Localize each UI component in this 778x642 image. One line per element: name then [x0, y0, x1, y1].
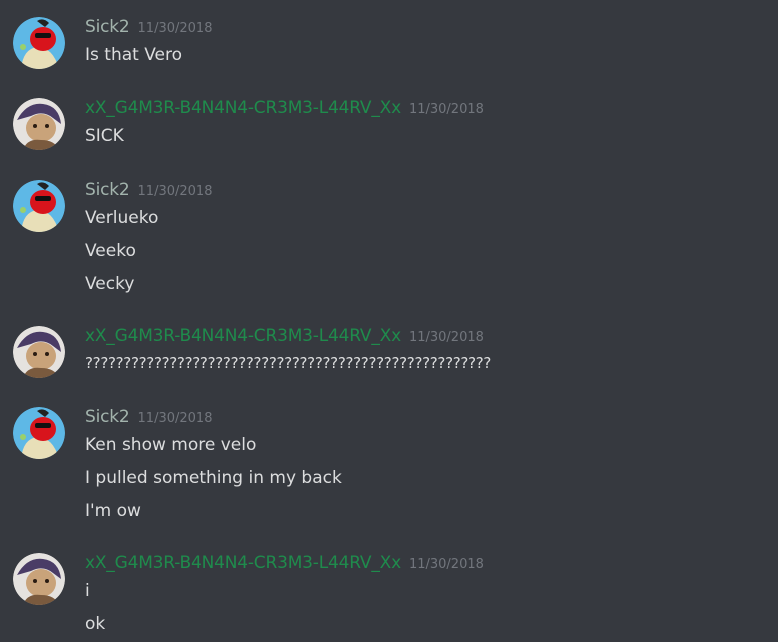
timestamp[interactable]: 11/30/2018 [409, 557, 484, 572]
message-text: Is that Vero [85, 45, 182, 65]
timestamp[interactable]: 11/30/2018 [138, 411, 213, 426]
message-text: ????????????????????????????????????????… [85, 354, 492, 372]
message-text: SICK [85, 126, 124, 146]
timestamp[interactable]: 11/30/2018 [138, 21, 213, 36]
timestamp[interactable]: 11/30/2018 [409, 102, 484, 117]
message-header: xX_G4M3R-B4N4N4-CR3M3-L44RV_Xx 11/30/2018 [85, 98, 484, 124]
username[interactable]: Sick2 [85, 407, 130, 427]
anime-character-avatar[interactable] [13, 98, 65, 150]
message-text: i [85, 581, 90, 601]
anime-character-avatar[interactable] [13, 553, 65, 605]
message-text: Verlueko [85, 208, 159, 228]
message-text: Vecky [85, 274, 135, 294]
cartoon-dog-avatar[interactable] [13, 180, 65, 232]
message-text: Ken show more velo [85, 435, 257, 455]
message-text: ok [85, 614, 106, 634]
message-header: Sick2 11/30/2018 [85, 17, 212, 43]
message-header: xX_G4M3R-B4N4N4-CR3M3-L44RV_Xx 11/30/2018 [85, 326, 484, 352]
message-header: Sick2 11/30/2018 [85, 180, 212, 206]
username[interactable]: xX_G4M3R-B4N4N4-CR3M3-L44RV_Xx [85, 98, 401, 118]
username[interactable]: xX_G4M3R-B4N4N4-CR3M3-L44RV_Xx [85, 553, 401, 573]
anime-character-avatar[interactable] [13, 326, 65, 378]
timestamp[interactable]: 11/30/2018 [138, 184, 213, 199]
message-text: I pulled something in my back [85, 468, 342, 488]
username[interactable]: xX_G4M3R-B4N4N4-CR3M3-L44RV_Xx [85, 326, 401, 346]
cartoon-dog-avatar[interactable] [13, 17, 65, 69]
cartoon-dog-avatar[interactable] [13, 407, 65, 459]
username[interactable]: Sick2 [85, 180, 130, 200]
message-header: Sick2 11/30/2018 [85, 407, 212, 433]
message-text: I'm ow [85, 501, 141, 521]
username[interactable]: Sick2 [85, 17, 130, 37]
timestamp[interactable]: 11/30/2018 [409, 330, 484, 345]
message-text: Veeko [85, 241, 136, 261]
message-header: xX_G4M3R-B4N4N4-CR3M3-L44RV_Xx 11/30/2018 [85, 553, 484, 579]
